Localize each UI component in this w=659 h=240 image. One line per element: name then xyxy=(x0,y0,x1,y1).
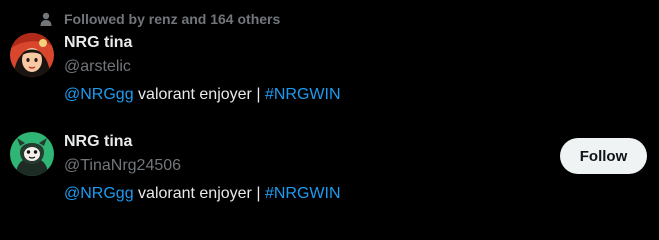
bio-mention-link[interactable]: @NRGgg xyxy=(64,86,134,103)
user-handle[interactable]: @TinaNrg24506 xyxy=(64,157,181,175)
user-cell[interactable]: NRG tina @TinaNrg24506 @NRGgg valorant e… xyxy=(0,127,659,223)
person-icon xyxy=(38,11,54,27)
social-context-label[interactable]: Followed by renz and 164 others xyxy=(64,11,280,27)
display-name[interactable]: NRG tina xyxy=(64,133,132,151)
user-cell[interactable]: NRG tina @arstelic @NRGgg valorant enjoy… xyxy=(0,28,659,124)
anime-avatar-icon xyxy=(10,33,54,77)
user-bio: @NRGgg valorant enjoyer | #NRGWIN xyxy=(64,185,341,203)
bio-mention-link[interactable]: @NRGgg xyxy=(64,185,134,202)
user-handle[interactable]: @arstelic xyxy=(64,58,131,76)
bio-hashtag-link[interactable]: #NRGWIN xyxy=(265,86,341,103)
display-name[interactable]: NRG tina xyxy=(64,34,132,52)
follow-button[interactable]: Follow xyxy=(560,138,647,174)
avatar[interactable] xyxy=(10,132,54,176)
user-bio: @NRGgg valorant enjoyer | #NRGWIN xyxy=(64,86,341,104)
bio-text: valorant enjoyer | xyxy=(133,185,265,202)
bio-text: valorant enjoyer | xyxy=(133,86,265,103)
social-context: Followed by renz and 164 others xyxy=(38,10,280,28)
green-character-avatar-icon xyxy=(10,132,54,176)
bio-hashtag-link[interactable]: #NRGWIN xyxy=(265,185,341,202)
avatar[interactable] xyxy=(10,33,54,77)
